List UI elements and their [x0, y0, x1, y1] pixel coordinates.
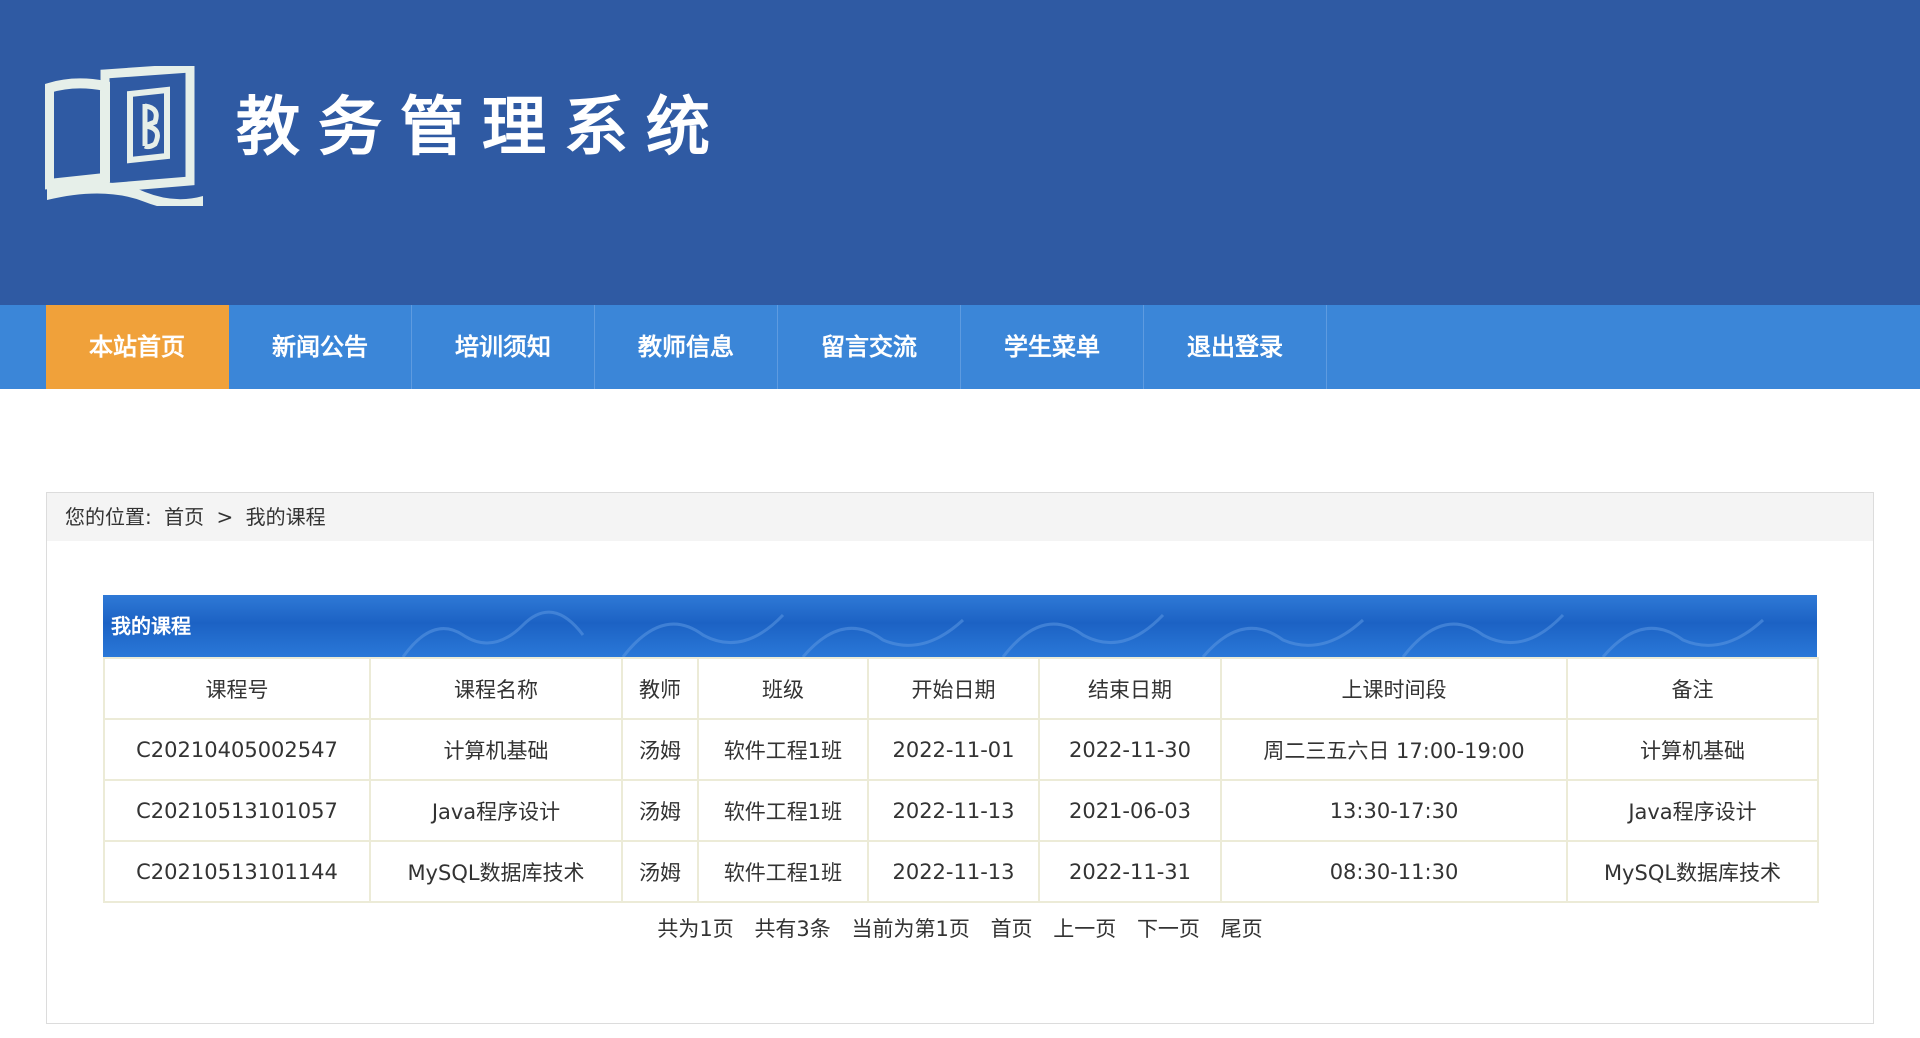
col-header-remark: 备注	[1566, 657, 1819, 720]
col-header-end-date: 结束日期	[1038, 657, 1222, 720]
open-book-logo-icon	[45, 66, 203, 206]
col-header-course-id: 课程号	[103, 657, 371, 720]
pager-total-records: 共有3条	[754, 917, 831, 941]
cell-class: 软件工程1班	[697, 718, 869, 781]
cell-start-date: 2022-11-13	[867, 840, 1040, 903]
table-row: C20210513101144 MySQL数据库技术 汤姆 软件工程1班 202…	[103, 840, 1819, 903]
nav-item-logout[interactable]: 退出登录	[1144, 305, 1327, 389]
pager-prev-link[interactable]: 上一页	[1053, 917, 1116, 941]
cell-course-id: C20210405002547	[103, 718, 371, 781]
cell-start-date: 2022-11-13	[867, 779, 1040, 842]
nav-item-student-menu[interactable]: 学生菜单	[961, 305, 1144, 389]
cell-time-slot: 08:30-11:30	[1220, 840, 1568, 903]
cell-remark: MySQL数据库技术	[1566, 840, 1819, 903]
cell-teacher: 汤姆	[621, 779, 699, 842]
header-banner: 教务管理系统	[0, 0, 1920, 305]
nav-item-news[interactable]: 新闻公告	[229, 305, 412, 389]
cell-course-name: Java程序设计	[369, 779, 623, 842]
breadcrumb-separator: >	[216, 505, 234, 529]
cell-remark: 计算机基础	[1566, 718, 1819, 781]
cell-end-date: 2022-11-31	[1038, 840, 1222, 903]
nav-item-training-notice[interactable]: 培训须知	[412, 305, 595, 389]
table-row: C20210405002547 计算机基础 汤姆 软件工程1班 2022-11-…	[103, 718, 1819, 781]
cell-end-date: 2021-06-03	[1038, 779, 1222, 842]
breadcrumb-current: 我的课程	[245, 505, 326, 529]
col-header-course-name: 课程名称	[369, 657, 623, 720]
table-caption-bar: 我的课程	[103, 595, 1817, 657]
cell-teacher: 汤姆	[621, 840, 699, 903]
cell-end-date: 2022-11-30	[1038, 718, 1222, 781]
breadcrumb-prefix: 您的位置:	[65, 505, 152, 529]
table-caption: 我的课程	[111, 614, 191, 638]
cell-course-name: 计算机基础	[369, 718, 623, 781]
breadcrumb-home-link[interactable]: 首页	[164, 505, 204, 529]
table-header-row: 课程号 课程名称 教师 班级 开始日期 结束日期 上课时间段 备注	[103, 657, 1819, 720]
table-row: C20210513101057 Java程序设计 汤姆 软件工程1班 2022-…	[103, 779, 1819, 842]
pagination: 共为1页 共有3条 当前为第1页 首页 上一页 下一页 尾页	[103, 913, 1817, 943]
col-header-time-slot: 上课时间段	[1220, 657, 1568, 720]
cell-time-slot: 周二三五六日 17:00-19:00	[1220, 718, 1568, 781]
cell-teacher: 汤姆	[621, 718, 699, 781]
main-nav: 本站首页 新闻公告 培训须知 教师信息 留言交流 学生菜单 退出登录	[0, 305, 1920, 389]
cell-class: 软件工程1班	[697, 779, 869, 842]
cell-class: 软件工程1班	[697, 840, 869, 903]
pager-last-link[interactable]: 尾页	[1221, 917, 1263, 941]
nav-item-home[interactable]: 本站首页	[46, 305, 229, 389]
cell-remark: Java程序设计	[1566, 779, 1819, 842]
nav-item-teacher-info[interactable]: 教师信息	[595, 305, 778, 389]
pager-total-pages: 共为1页	[657, 917, 734, 941]
col-header-teacher: 教师	[621, 657, 699, 720]
pager-first-link[interactable]: 首页	[991, 917, 1033, 941]
cell-course-id: C20210513101144	[103, 840, 371, 903]
site-title: 教务管理系统	[236, 91, 728, 165]
cell-time-slot: 13:30-17:30	[1220, 779, 1568, 842]
pager-current-page: 当前为第1页	[851, 917, 970, 941]
col-header-start-date: 开始日期	[867, 657, 1040, 720]
ornament-pattern-icon	[401, 610, 1765, 657]
nav-item-message-board[interactable]: 留言交流	[778, 305, 961, 389]
col-header-class: 班级	[697, 657, 869, 720]
cell-course-id: C20210513101057	[103, 779, 371, 842]
cell-course-name: MySQL数据库技术	[369, 840, 623, 903]
pager-next-link[interactable]: 下一页	[1137, 917, 1200, 941]
course-table-box: 我的课程 课程号 课程名称 教师 班级 开始日期 结束日期 上课时间段 备注 C…	[103, 595, 1819, 943]
course-table: 课程号 课程名称 教师 班级 开始日期 结束日期 上课时间段 备注 C20210…	[103, 657, 1819, 903]
content-panel: 您的位置: 首页 > 我的课程 我的课程 课程号 课程名称 教师 班级 开始日期…	[46, 492, 1874, 1024]
cell-start-date: 2022-11-01	[867, 718, 1040, 781]
breadcrumb: 您的位置: 首页 > 我的课程	[47, 493, 1873, 541]
